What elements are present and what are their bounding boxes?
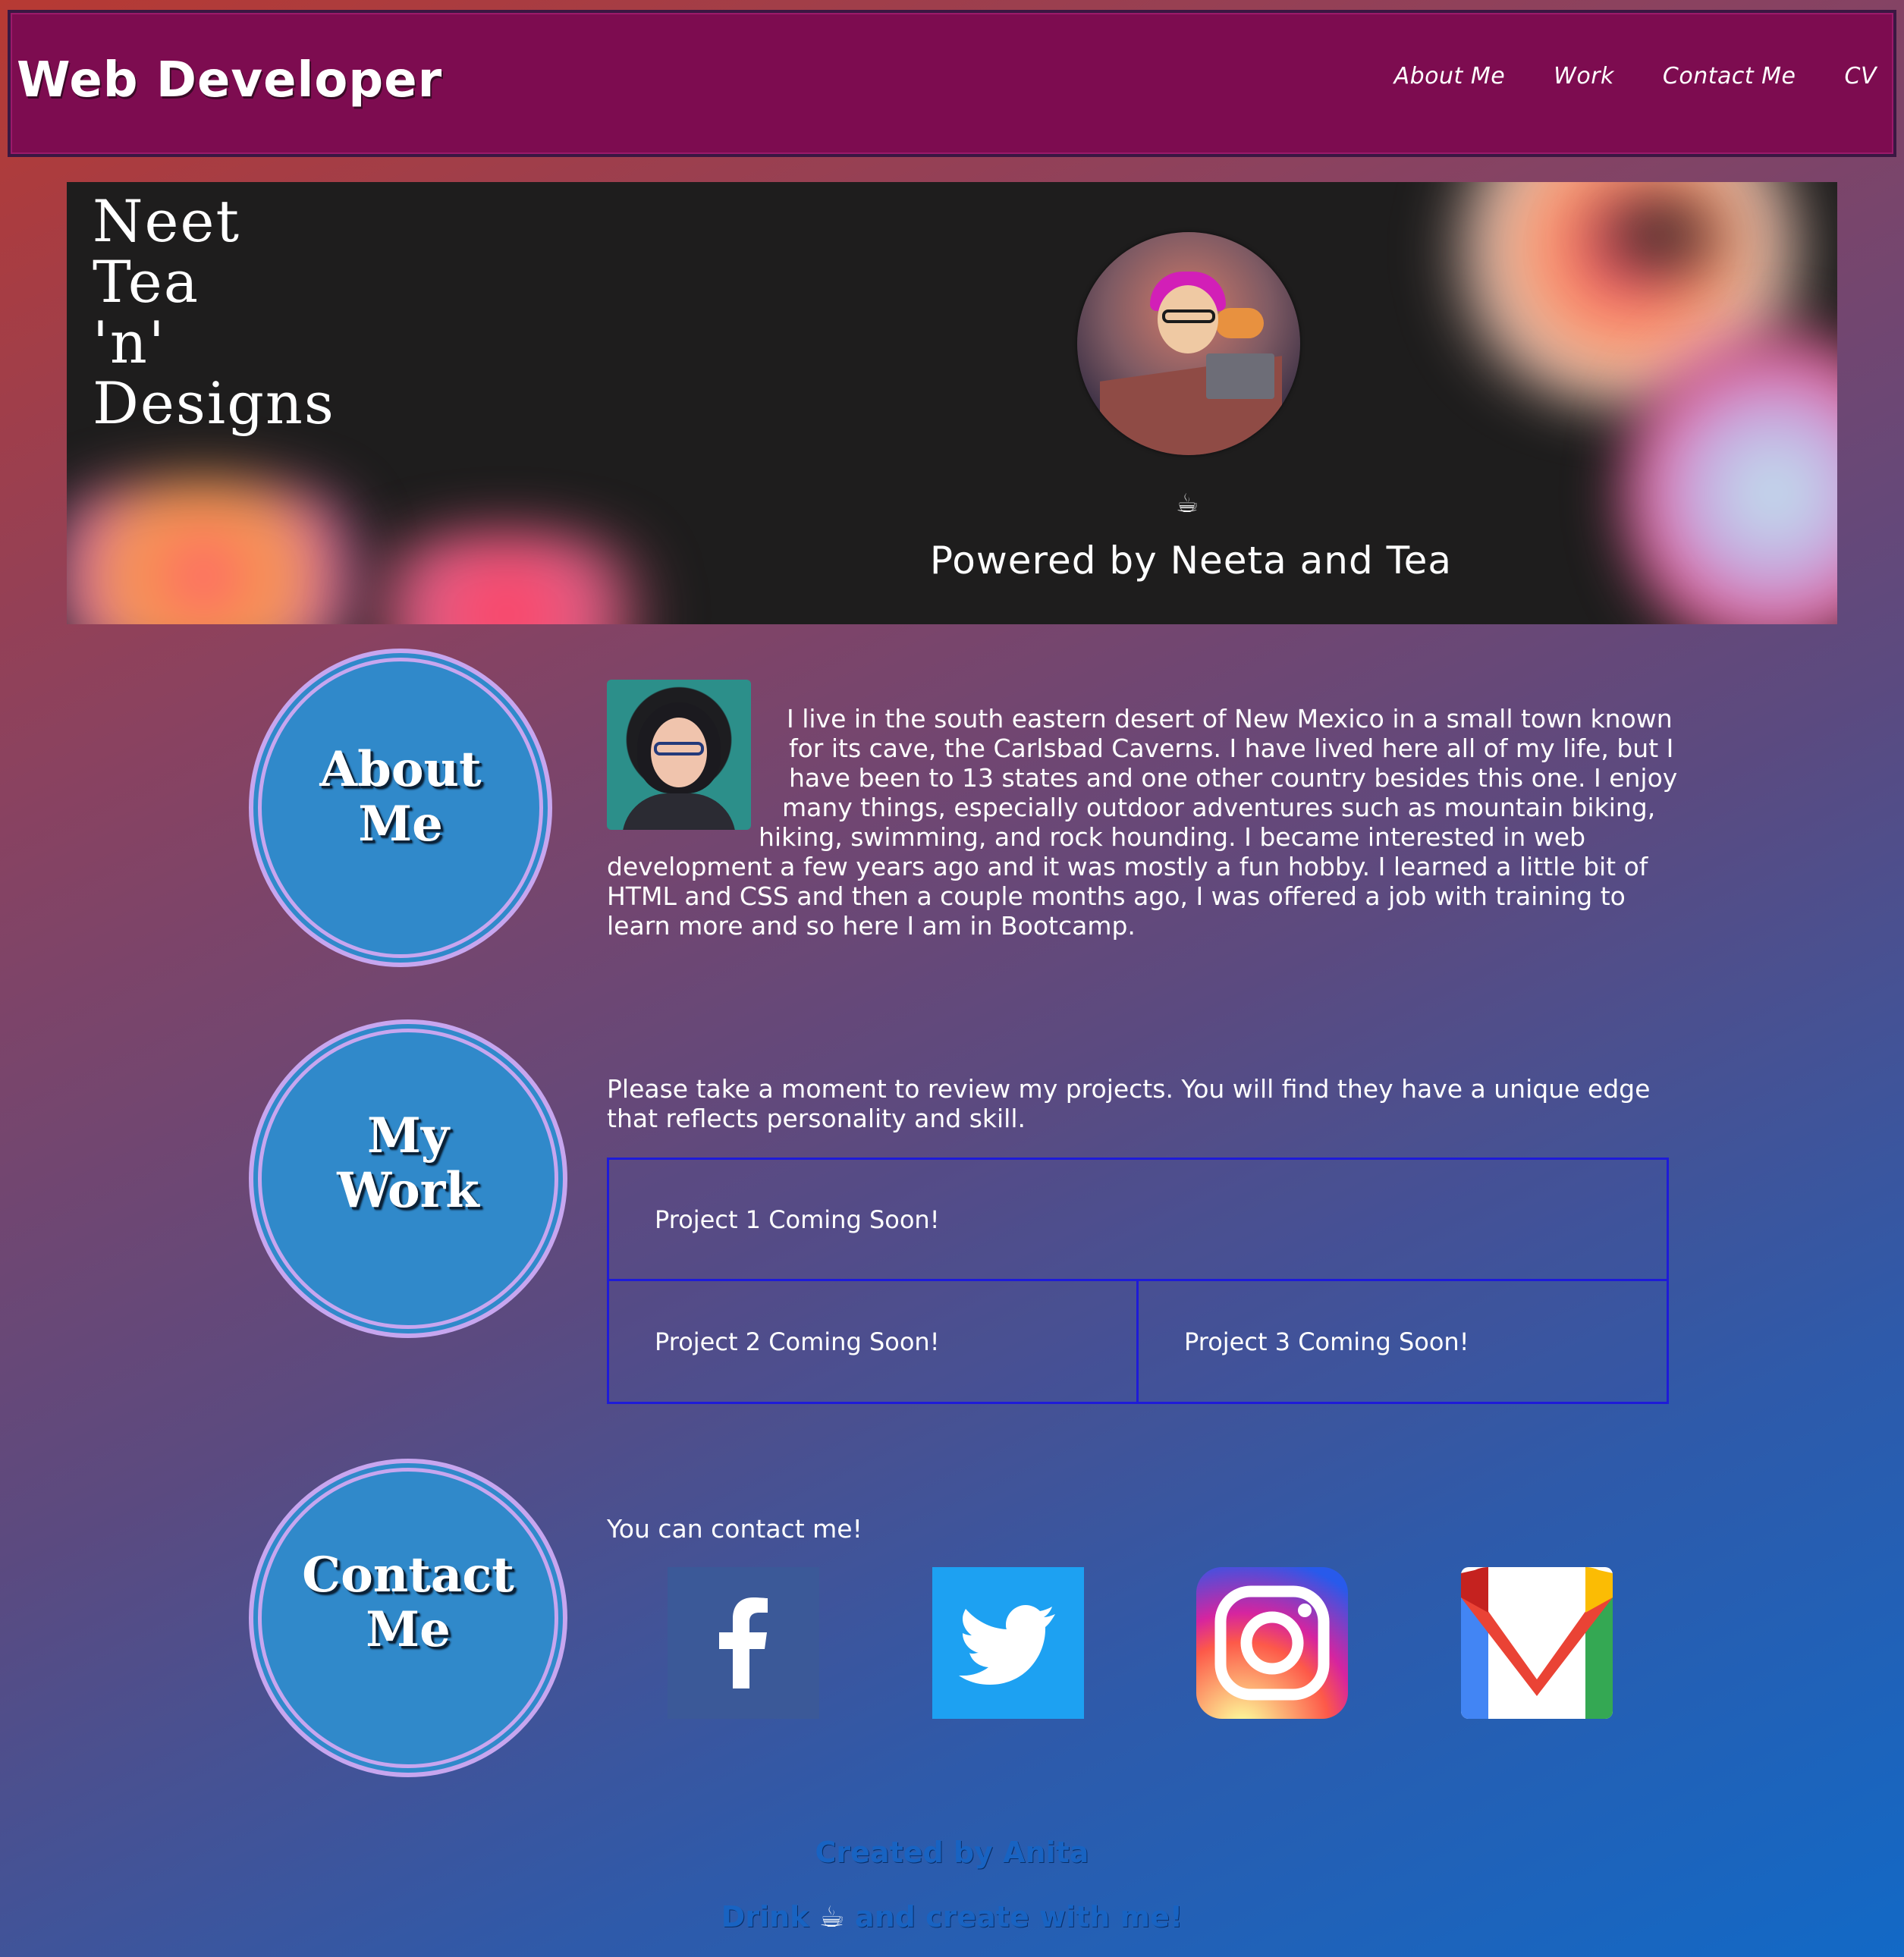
twitter-logo-svg (959, 1605, 1055, 1685)
site-header: Web Developer About Me Work Contact Me C… (8, 10, 1896, 157)
hero-gradient-blob (1546, 190, 1774, 281)
project-card[interactable]: Project 1 Coming Soon! (607, 1158, 1669, 1281)
twitter-icon[interactable] (932, 1567, 1084, 1719)
footer-credit: Created by Anita (815, 1836, 1089, 1869)
project-card[interactable]: Project 3 Coming Soon! (1136, 1279, 1669, 1404)
work-intro-text: Please take a moment to review my projec… (607, 1074, 1651, 1133)
avatar-glasses-shape (1162, 309, 1215, 323)
hero-logo-line: Tea (93, 248, 200, 316)
hero-banner: Neet Tea 'n' Designs ☕ Powered by Neeta … (67, 182, 1837, 624)
nav-link-about[interactable]: About Me (1394, 63, 1506, 90)
about-text-line: many things, especially outdoor adventur… (782, 793, 1656, 822)
facebook-logo-svg (719, 1597, 768, 1688)
about-text-line: for its cave, the Carlsbad Caverns. I ha… (789, 733, 1674, 763)
my-work-badge: My Work (249, 1019, 567, 1338)
contact-me-badge: Contact Me (249, 1459, 567, 1777)
avatar-cat-shape (1215, 308, 1264, 338)
main-nav: About Me Work Contact Me CV (1394, 63, 1877, 90)
facebook-icon[interactable] (668, 1567, 819, 1719)
about-text-line: HTML and CSS and then a couple months ag… (607, 881, 1626, 911)
hero-logo-text: Neet Tea 'n' Designs (93, 191, 396, 434)
badge-heading-line: Contact (302, 1547, 514, 1604)
badge-heading-line: Me (358, 796, 443, 853)
footer-tagline-after: and create with me! (854, 1900, 1183, 1933)
badge-heading-line: Work (337, 1162, 479, 1219)
badge-heading-line: About (319, 741, 482, 798)
my-work-heading: My Work (253, 1109, 563, 1218)
tea-cup-icon: ☕ (1176, 488, 1199, 519)
about-text-line: learn more and so here I am in Bootcamp. (607, 911, 1136, 941)
about-text-line: I live in the south eastern desert of Ne… (787, 704, 1673, 733)
about-text-line: development a few years ago and it was m… (607, 852, 1648, 881)
hero-tagline: Powered by Neeta and Tea (929, 539, 1453, 583)
contact-intro-text: You can contact me! (607, 1514, 862, 1544)
instagram-logo-svg (1214, 1585, 1330, 1701)
about-me-text: I live in the south eastern desert of Ne… (607, 704, 1678, 941)
about-text-line: hiking, swimming, and rock hounding. I b… (759, 822, 1586, 852)
coffee-cup-icon: ☕ (818, 1900, 845, 1933)
contact-me-heading: Contact Me (253, 1548, 563, 1657)
project-card-label: Project 3 Coming Soon! (1184, 1327, 1469, 1356)
footer-tagline-before: Drink (721, 1900, 809, 1933)
about-me-badge: About Me (249, 649, 552, 967)
nav-link-work[interactable]: Work (1554, 63, 1614, 90)
about-me-heading: About Me (253, 743, 548, 852)
bitmoji-avatar-image (1077, 232, 1300, 455)
about-text-line: have been to 13 states and one other cou… (789, 763, 1678, 793)
nav-link-contact[interactable]: Contact Me (1663, 63, 1796, 90)
project-card-label: Project 2 Coming Soon! (655, 1327, 940, 1356)
project-card-label: Project 1 Coming Soon! (655, 1205, 940, 1234)
avatar-laptop-shape (1206, 353, 1274, 399)
badge-heading-line: Me (366, 1601, 451, 1658)
project-card[interactable]: Project 2 Coming Soon! (607, 1279, 1139, 1404)
site-brand[interactable]: Web Developer (17, 52, 442, 108)
badge-heading-line: My (366, 1107, 450, 1164)
footer-tagline: Drink ☕ and create with me! (0, 1900, 1904, 1933)
instagram-icon[interactable] (1196, 1567, 1348, 1719)
gmail-icon[interactable] (1461, 1567, 1613, 1719)
gmail-logo-svg (1461, 1567, 1613, 1719)
hero-logo-line: Neet (93, 187, 240, 255)
nav-link-cv[interactable]: CV (1845, 63, 1877, 90)
hero-logo-line: 'n' (93, 309, 166, 376)
hero-logo-line: Designs (93, 369, 335, 437)
